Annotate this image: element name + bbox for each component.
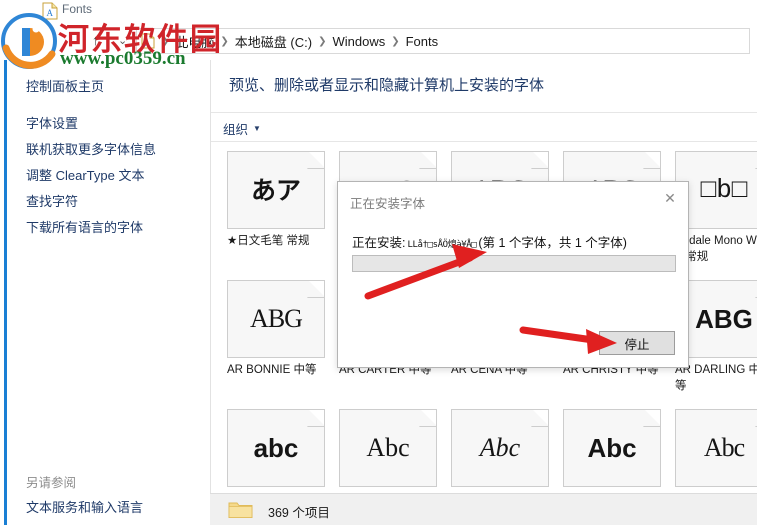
sidebar-item-adjust-cleartype[interactable]: 调整 ClearType 文本 <box>26 165 144 184</box>
font-preview-text: Abc <box>366 433 410 462</box>
breadcrumb-separator: ❯ <box>220 35 229 47</box>
window-title: Fonts <box>62 2 93 16</box>
font-tile[interactable]: あア ★日文毛笔 常规 <box>227 151 330 250</box>
sidebar-see-also-heading: 另请参阅 <box>26 476 77 490</box>
install-status-counter: (第 1 个字体，共 1 个字体) <box>478 236 627 250</box>
sidebar-item-get-more-fonts[interactable]: 联机获取更多字体信息 <box>26 139 156 158</box>
page-fold-icon <box>643 152 660 169</box>
sidebar-item-control-panel-home[interactable]: 控制面板主页 <box>26 76 104 95</box>
installing-font-name: LLå†□sÅÖ熄à¥Å□ <box>407 240 477 250</box>
page-title: 预览、删除或者显示和隐藏计算机上安装的字体 <box>229 77 545 94</box>
font-preview-text: あア <box>250 175 301 205</box>
title-bar: A Fonts <box>0 0 757 24</box>
font-tile[interactable]: Abc <box>563 409 666 487</box>
page-fold-icon <box>419 152 436 169</box>
left-sidebar: 控制面板主页 字体设置 联机获取更多字体信息 调整 ClearType 文本 查… <box>0 60 210 525</box>
font-tile[interactable]: Abc <box>339 409 442 487</box>
font-name-label: ★日文毛笔 常规 <box>227 235 310 247</box>
chevron-down-icon[interactable]: ⌄ <box>118 34 127 47</box>
font-file-icon: A <box>42 2 58 20</box>
font-tile[interactable]: ABG AR BONNIE 中等 <box>227 280 330 379</box>
font-preview-text: Abc <box>479 433 521 462</box>
font-preview-text: Abc <box>703 433 745 462</box>
page-fold-icon <box>419 410 436 427</box>
breadcrumb-separator: ❯ <box>318 35 327 47</box>
font-thumbnail: Abc <box>339 409 437 487</box>
page-fold-icon <box>307 410 324 427</box>
font-preview-text: ABG <box>695 304 753 334</box>
command-toolbar: 组织 ▼ <box>211 112 757 142</box>
item-count-label: 369 个项目 <box>268 506 330 520</box>
page-fold-icon <box>643 410 660 427</box>
organize-label: 组织 <box>223 123 249 137</box>
sidebar-item-find-character[interactable]: 查找字符 <box>26 191 78 210</box>
font-thumbnail: Abc <box>675 409 757 487</box>
font-thumbnail: abc <box>227 409 325 487</box>
font-thumbnail: Abc <box>451 409 549 487</box>
sidebar-item-download-all-fonts[interactable]: 下载所有语言的字体 <box>26 217 143 236</box>
font-preview-text: ABG <box>250 304 303 333</box>
sidebar-item-font-settings[interactable]: 字体设置 <box>26 113 78 132</box>
install-progress-bar <box>352 255 676 272</box>
folder-icon <box>228 500 254 520</box>
sidebar-item-text-services[interactable]: 文本服务和输入语言 <box>26 497 143 516</box>
breadcrumb-separator: ❯ <box>161 35 170 47</box>
status-bar: 369 个项目 <box>210 493 757 525</box>
file-explorer-window: A Fonts ⌄ ↑ A ❯ 此电脑 ❯ 本地磁盘 (C:) ❯ Window… <box>0 0 757 525</box>
font-preview-text: Abc <box>587 433 637 463</box>
font-name-label: AR BONNIE 中等 <box>227 364 317 376</box>
font-thumbnail: あア <box>227 151 325 229</box>
address-bar[interactable]: A ❯ 此电脑 ❯ 本地磁盘 (C:) ❯ Windows ❯ Fonts <box>136 28 750 54</box>
breadcrumb-separator: ❯ <box>391 35 400 47</box>
stop-button[interactable]: 停止 <box>599 331 675 355</box>
breadcrumb-item-windows[interactable]: Windows <box>329 33 388 50</box>
page-fold-icon <box>531 410 548 427</box>
breadcrumb-item-local-disk[interactable]: 本地磁盘 (C:) <box>232 31 315 52</box>
page-fold-icon <box>307 281 324 298</box>
font-thumbnail: ABG <box>227 280 325 358</box>
page-fold-icon <box>307 152 324 169</box>
dialog-title: 正在安装字体 <box>350 197 426 211</box>
font-tile[interactable]: abc <box>227 409 330 487</box>
svg-text:A: A <box>145 39 151 48</box>
font-tile[interactable]: Abc <box>451 409 554 487</box>
page-fold-icon <box>531 152 548 169</box>
font-preview-text: abc <box>253 433 299 463</box>
breadcrumb-item-this-pc[interactable]: 此电脑 <box>172 31 217 52</box>
breadcrumb-item-fonts[interactable]: Fonts <box>403 33 442 50</box>
install-status-line: 正在安装: LLå†□sÅÖ熄à¥Å□ (第 1 个字体，共 1 个字体) <box>352 232 627 251</box>
sidebar-accent-rule <box>4 60 7 525</box>
navigation-bar: ⌄ ↑ A ❯ 此电脑 ❯ 本地磁盘 (C:) ❯ Windows ❯ Font… <box>0 24 757 60</box>
caret-down-icon: ▼ <box>253 124 261 133</box>
svg-text:A: A <box>47 8 54 18</box>
install-status-prefix: 正在安装: <box>352 236 406 250</box>
font-folder-icon: A <box>141 33 155 49</box>
font-tile[interactable]: Abc <box>675 409 757 487</box>
font-thumbnail: Abc <box>563 409 661 487</box>
close-icon[interactable]: ✕ <box>656 186 684 210</box>
arrow-up-icon[interactable]: ↑ <box>92 32 99 48</box>
installing-fonts-dialog: 正在安装字体 ✕ 正在安装: LLå†□sÅÖ熄à¥Å□ (第 1 个字体，共 … <box>337 181 689 368</box>
organize-button[interactable]: 组织 ▼ <box>223 119 261 138</box>
font-preview-text: □b□ <box>700 175 748 205</box>
